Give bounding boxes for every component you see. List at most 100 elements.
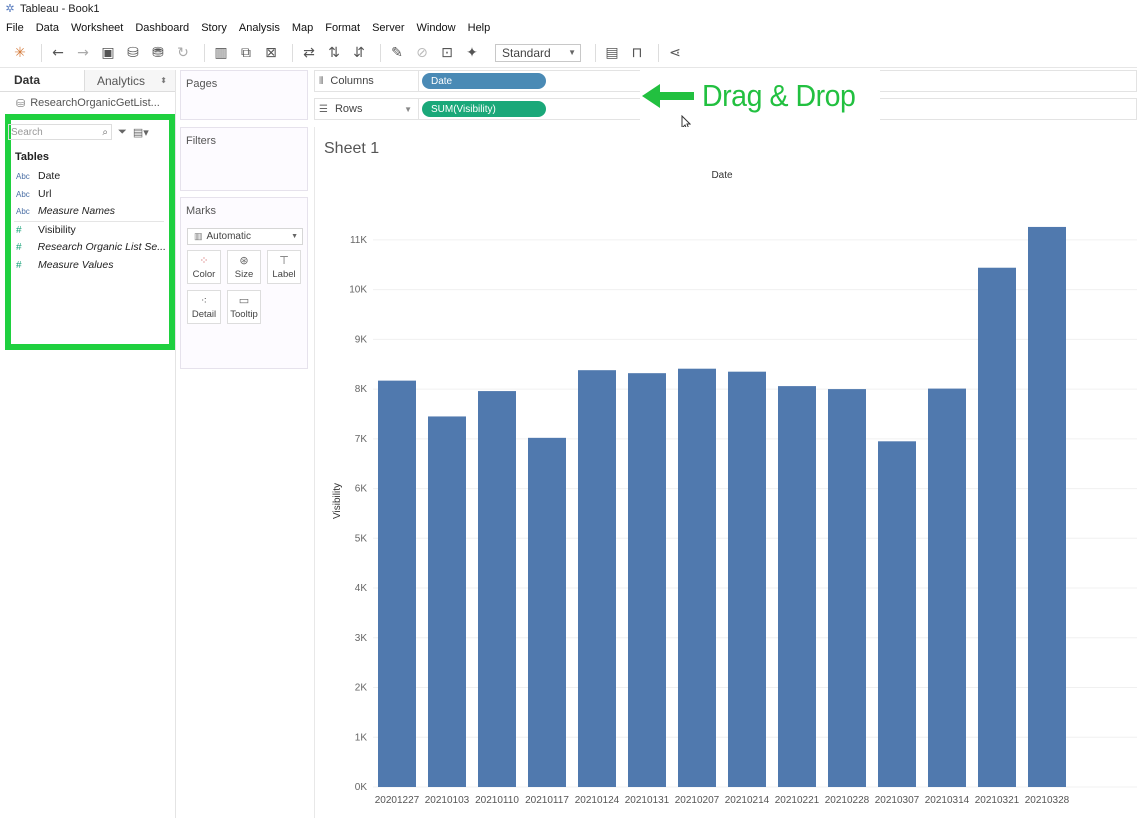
bar <box>378 380 416 787</box>
swap-icon[interactable]: ⇄ <box>299 43 319 63</box>
x-tick-label: 20210124 <box>575 795 620 806</box>
tooltip-label: Tooltip <box>230 309 258 320</box>
back-icon[interactable]: ← <box>48 43 68 63</box>
label-button[interactable]: ⊤ Label <box>267 250 301 284</box>
bar-chart: 0K 1K 2K 3K 4K 5K 6K 7K 8K 9K 10K 11K Date Visibility… <box>332 170 1137 806</box>
menu-map[interactable]: Map <box>292 22 313 34</box>
tableau-logo-icon[interactable]: ✳ <box>10 43 30 63</box>
fit-select[interactable]: Standard ▼ <box>495 43 581 62</box>
filters-card[interactable]: Filters <box>180 127 308 191</box>
menu-analysis[interactable]: Analysis <box>239 22 280 34</box>
save-icon[interactable]: ▣ <box>98 43 118 63</box>
tooltip-button[interactable]: ▭ Tooltip <box>227 290 261 324</box>
green-arrow-icon <box>642 84 694 108</box>
duplicate-sheet-icon[interactable]: ⧉ <box>236 43 256 63</box>
sum-visibility-pill[interactable]: SUM(Visibility) <box>422 101 546 117</box>
menu-server[interactable]: Server <box>372 22 404 34</box>
x-axis-title: Date <box>711 170 733 181</box>
tab-data[interactable]: Data <box>0 70 84 91</box>
search-input[interactable]: Search ⌕ <box>8 124 112 140</box>
tableau-logo-icon: ✲ <box>5 3 15 15</box>
chevron-down-icon: ▼ <box>291 233 298 240</box>
field-measure-values[interactable]: # Measure Values <box>16 257 166 273</box>
number-type-icon: # <box>16 259 22 271</box>
datasource-item[interactable]: ⛁ ResearchOrganicGetList... <box>0 92 175 114</box>
tab-analytics[interactable]: Analytics ⬍ <box>84 70 175 91</box>
bar <box>1028 226 1066 788</box>
tab-analytics-label: Analytics <box>97 73 146 88</box>
marks-card: Marks ▥ Automatic ▼ ⁘ Color ⊛ Size ⊤ Labe… <box>180 197 308 369</box>
menu-worksheet[interactable]: Worksheet <box>71 22 123 34</box>
clear-sheet-icon[interactable]: ⊠ <box>261 43 281 63</box>
toolbar-divider <box>204 43 205 62</box>
sort-descending-icon[interactable]: ⇵ <box>349 43 369 63</box>
size-button[interactable]: ⊛ Size <box>227 250 261 284</box>
string-type-icon: Abc <box>16 171 30 181</box>
y-tick-label: 6K <box>355 484 368 495</box>
presentation-icon[interactable]: ⊓ <box>627 43 647 63</box>
pages-title: Pages <box>186 78 218 90</box>
toolbar-divider <box>658 43 659 62</box>
field-date[interactable]: Abc Date <box>16 168 166 184</box>
y-tick-label: 8K <box>355 384 368 395</box>
chevron-down-icon: ▼ <box>568 48 576 57</box>
x-tick-label: 20210321 <box>975 795 1020 806</box>
pause-updates-icon[interactable]: ⛃ <box>148 43 168 63</box>
pages-card[interactable]: Pages <box>180 70 308 120</box>
new-worksheet-icon[interactable]: ▥ <box>211 43 231 63</box>
color-icon: ⁘ <box>199 254 209 267</box>
new-datasource-icon[interactable]: ⛁ <box>123 43 143 63</box>
view-options-icon[interactable]: ▤▾ <box>133 126 149 139</box>
mark-type-label: Automatic <box>206 231 251 242</box>
columns-label: Columns <box>330 75 374 87</box>
menu-file[interactable]: File <box>6 22 24 34</box>
date-pill[interactable]: Date <box>422 73 546 89</box>
x-tick-label: 20201227 <box>375 795 420 806</box>
menu-data[interactable]: Data <box>36 22 59 34</box>
rows-icon: ☰ <box>319 103 328 115</box>
rows-label: Rows <box>334 103 363 115</box>
pin-icon[interactable]: ✦ <box>462 43 482 63</box>
field-measure-names[interactable]: Abc Measure Names <box>16 203 166 219</box>
refresh-icon[interactable]: ↻ <box>173 43 193 63</box>
worksheet-view: Sheet 1 0K 1K 2K 3K 4K 5K 6K 7K 8K 9K 10K 11K Date Vi… <box>314 127 1137 818</box>
x-tick-label: 20210328 <box>1025 795 1070 806</box>
show-me-icon[interactable]: ▤ <box>602 43 622 63</box>
x-tick-label: 20210314 <box>925 795 970 806</box>
menu-help[interactable]: Help <box>468 22 491 34</box>
field-research-organic-list[interactable]: # Research Organic List Se... <box>16 239 166 255</box>
menu-window[interactable]: Window <box>417 22 456 34</box>
columns-shelf-label: ⦀ Columns <box>315 71 419 91</box>
menu-dashboard[interactable]: Dashboard <box>135 22 189 34</box>
highlight-icon[interactable]: ✎ <box>387 43 407 63</box>
show-labels-icon[interactable]: ⊡ <box>437 43 457 63</box>
bar <box>778 386 816 787</box>
forward-icon[interactable]: → <box>73 43 93 63</box>
sort-ascending-icon[interactable]: ⇅ <box>324 43 344 63</box>
share-icon[interactable]: ⋖ <box>665 43 685 63</box>
y-tick-label: 0K <box>355 782 368 793</box>
toolbar-divider <box>380 43 381 62</box>
group-icon[interactable]: ⊘ <box>412 43 432 63</box>
field-label: Url <box>38 188 52 200</box>
bar <box>828 389 866 787</box>
x-tick-label: 20210117 <box>525 795 569 806</box>
datasource-icon: ⛁ <box>16 97 26 110</box>
detail-label: Detail <box>191 309 217 320</box>
x-tick-label: 20210221 <box>775 795 820 806</box>
field-visibility[interactable]: # Visibility <box>16 222 166 238</box>
detail-button[interactable]: ⁖ Detail <box>187 290 221 324</box>
menu-story[interactable]: Story <box>201 22 227 34</box>
datasource-name: ResearchOrganicGetList... <box>30 97 160 109</box>
field-url[interactable]: Abc Url <box>16 186 166 202</box>
color-button[interactable]: ⁘ Color <box>187 250 221 284</box>
drag-drop-text: Drag & Drop <box>702 78 856 113</box>
menu-format[interactable]: Format <box>325 22 360 34</box>
toolbar: ✳ ← → ▣ ⛁ ⛃ ↻ ▥ ⧉ ⊠ ⇄ ⇅ ⇵ ✎ ⊘ ⊡ ✦ Standa… <box>0 38 1137 68</box>
fit-select-value: Standard <box>502 45 551 60</box>
mark-type-select[interactable]: ▥ Automatic ▼ <box>187 228 303 245</box>
x-tick-label: 20210103 <box>425 795 470 806</box>
data-pane-tabs: Data Analytics ⬍ <box>0 70 175 92</box>
filter-icon[interactable]: ⏷ <box>118 126 127 139</box>
string-type-icon: Abc <box>16 206 30 216</box>
